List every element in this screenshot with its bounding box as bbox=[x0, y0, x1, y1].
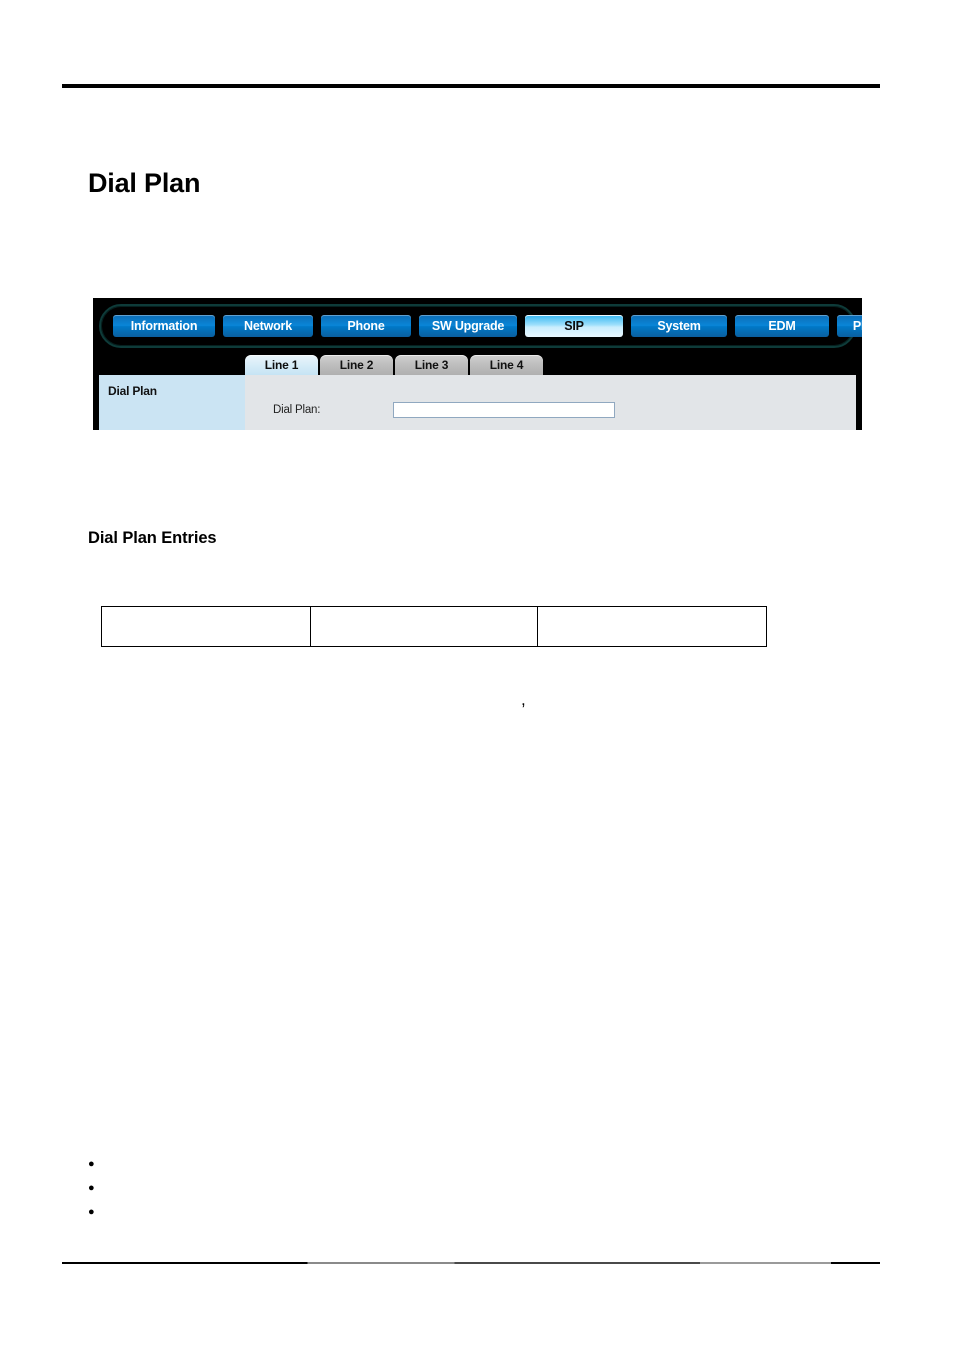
tab-line-4[interactable]: Line 4 bbox=[470, 355, 543, 376]
list-item bbox=[88, 1200, 104, 1224]
panel-section-header: Dial Plan bbox=[99, 375, 245, 430]
device-nav-bar: Information Network Phone SW Upgrade SIP… bbox=[101, 306, 862, 346]
page-title: Dial Plan bbox=[88, 168, 201, 199]
line-tab-bar: Line 1 Line 2 Line 3 Line 4 bbox=[245, 354, 543, 376]
nav-button-sw-upgrade[interactable]: SW Upgrade bbox=[419, 315, 517, 337]
nav-button-system[interactable]: System bbox=[631, 315, 727, 337]
list-item bbox=[88, 1176, 104, 1200]
device-nav-shell: Information Network Phone SW Upgrade SIP… bbox=[99, 304, 862, 348]
tab-line-2[interactable]: Line 2 bbox=[320, 355, 393, 376]
nav-button-information[interactable]: Information bbox=[113, 315, 215, 337]
nav-button-phone[interactable]: Phone bbox=[321, 315, 411, 337]
device-web-ui-screenshot: Information Network Phone SW Upgrade SIP… bbox=[93, 298, 862, 430]
list-item bbox=[88, 1152, 104, 1176]
table-cell bbox=[537, 606, 767, 647]
nav-button-network[interactable]: Network bbox=[223, 315, 313, 337]
footer-rule bbox=[62, 1262, 880, 1264]
section-title-dial-plan-entries: Dial Plan Entries bbox=[88, 528, 217, 547]
nav-button-sip[interactable]: SIP bbox=[525, 315, 623, 337]
header-rule bbox=[62, 84, 880, 88]
table-cell bbox=[101, 606, 311, 647]
table-cell bbox=[310, 606, 538, 647]
panel-form-area: Dial Plan: bbox=[245, 375, 856, 430]
tab-line-1[interactable]: Line 1 bbox=[245, 355, 318, 376]
dial-plan-input[interactable] bbox=[393, 402, 615, 418]
dial-plan-label: Dial Plan: bbox=[273, 404, 321, 416]
table-row bbox=[101, 606, 767, 647]
dial-plan-entries-table bbox=[101, 606, 767, 647]
note-glyph: , bbox=[521, 690, 526, 709]
panel-section-title: Dial Plan bbox=[108, 384, 157, 398]
dial-plan-field-row: Dial Plan: bbox=[273, 402, 615, 418]
nav-button-edm[interactable]: EDM bbox=[735, 315, 829, 337]
nav-button-phonebook[interactable]: Phonebook bbox=[837, 315, 862, 337]
bullet-list bbox=[88, 1152, 104, 1224]
dial-plan-panel: Dial Plan Dial Plan: bbox=[99, 375, 856, 430]
tab-line-3[interactable]: Line 3 bbox=[395, 355, 468, 376]
